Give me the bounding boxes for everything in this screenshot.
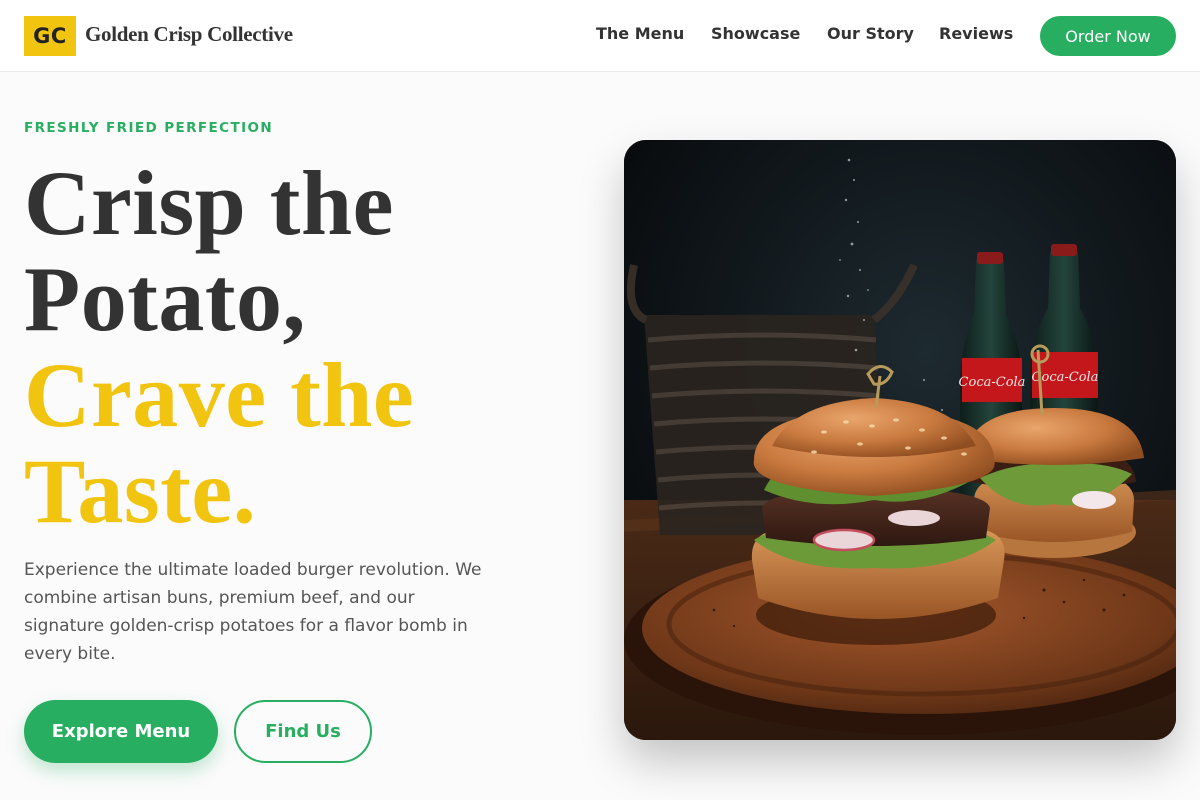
bottle-label-left: Coca-Cola	[959, 375, 1026, 390]
nav-link-the-menu[interactable]: The Menu	[596, 24, 684, 43]
nav-link-our-story[interactable]: Our Story	[827, 24, 914, 43]
logo-text[interactable]: Golden Crisp Collective	[85, 22, 293, 47]
logo-badge[interactable]: GC	[24, 16, 76, 56]
hero-eyebrow: FRESHLY FRIED PERFECTION	[24, 120, 274, 136]
explore-menu-button[interactable]: Explore Menu	[24, 700, 218, 763]
order-now-button[interactable]: Order Now	[1040, 16, 1176, 56]
hero-burger-image: Coca-Cola Coca-Cola	[624, 140, 1176, 740]
hero-headline: Crisp the Potato, Crave the Taste.	[24, 155, 414, 539]
top-nav: GC Golden Crisp Collective The Menu Show…	[0, 0, 1200, 72]
headline-line-2: Potato,	[24, 248, 306, 350]
headline-line-1: Crisp the	[24, 152, 394, 254]
headline-line-3: Crave the	[24, 344, 415, 446]
headline-line-4: Taste.	[24, 440, 257, 542]
nav-link-reviews[interactable]: Reviews	[939, 24, 1013, 43]
nav-link-showcase[interactable]: Showcase	[711, 24, 800, 43]
burger-illustration: Coca-Cola Coca-Cola	[624, 140, 1176, 740]
hero-description: Experience the ultimate loaded burger re…	[24, 560, 482, 664]
find-us-button[interactable]: Find Us	[234, 700, 372, 763]
bottle-label-right: Coca-Cola	[1032, 370, 1099, 385]
